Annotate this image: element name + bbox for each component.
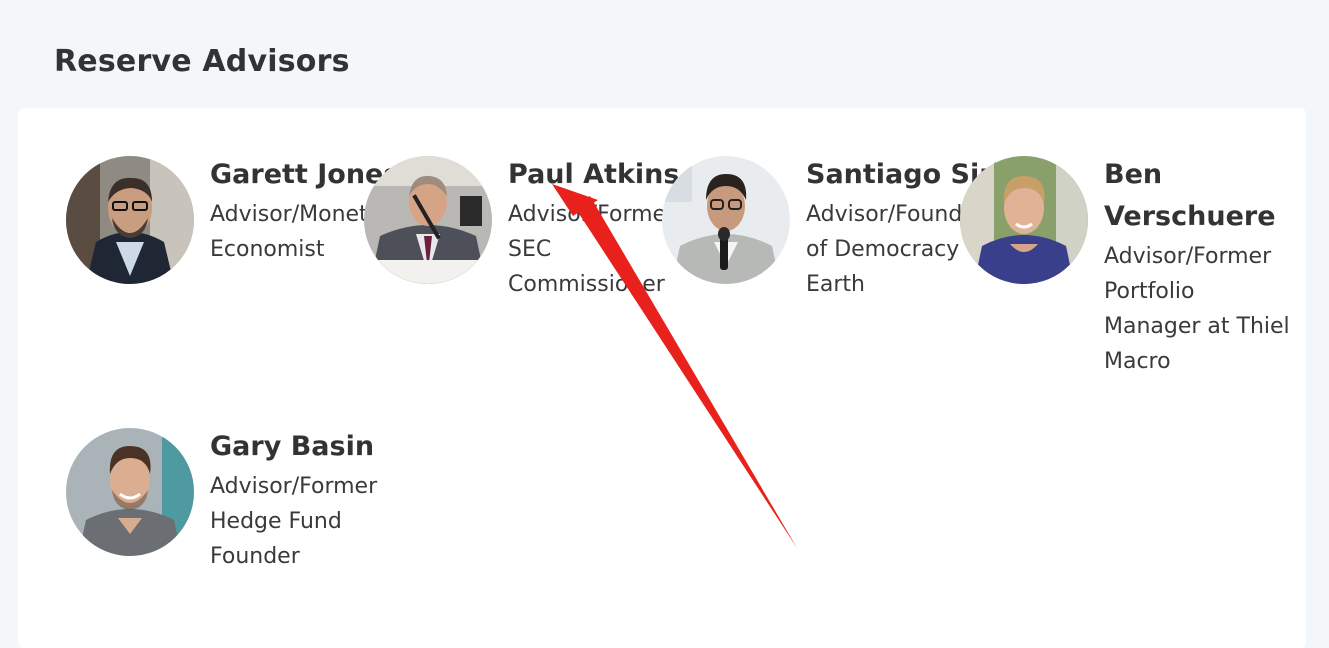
advisor-role: Advisor/Founder of Democracy Earth bbox=[806, 202, 985, 297]
advisor-role: Advisor/Former Portfolio Manager at Thie… bbox=[1104, 244, 1290, 374]
advisors-card: Garett Jones Advisor/Monetary Economist … bbox=[18, 108, 1306, 648]
avatar bbox=[66, 156, 194, 284]
advisor-name: Paul Atkins bbox=[508, 159, 680, 190]
advisor-role: Advisor/Former Hedge Fund Founder bbox=[210, 474, 378, 569]
avatar bbox=[662, 156, 790, 284]
advisor-name: Ben Verschuere bbox=[1104, 159, 1276, 232]
advisor-role: Advisor/Former SEC Commissioner bbox=[508, 202, 676, 297]
section-title: Reserve Advisors bbox=[54, 44, 350, 79]
avatar bbox=[364, 156, 492, 284]
advisor-name: Gary Basin bbox=[210, 431, 375, 462]
avatar bbox=[66, 428, 194, 556]
avatar bbox=[960, 156, 1088, 284]
